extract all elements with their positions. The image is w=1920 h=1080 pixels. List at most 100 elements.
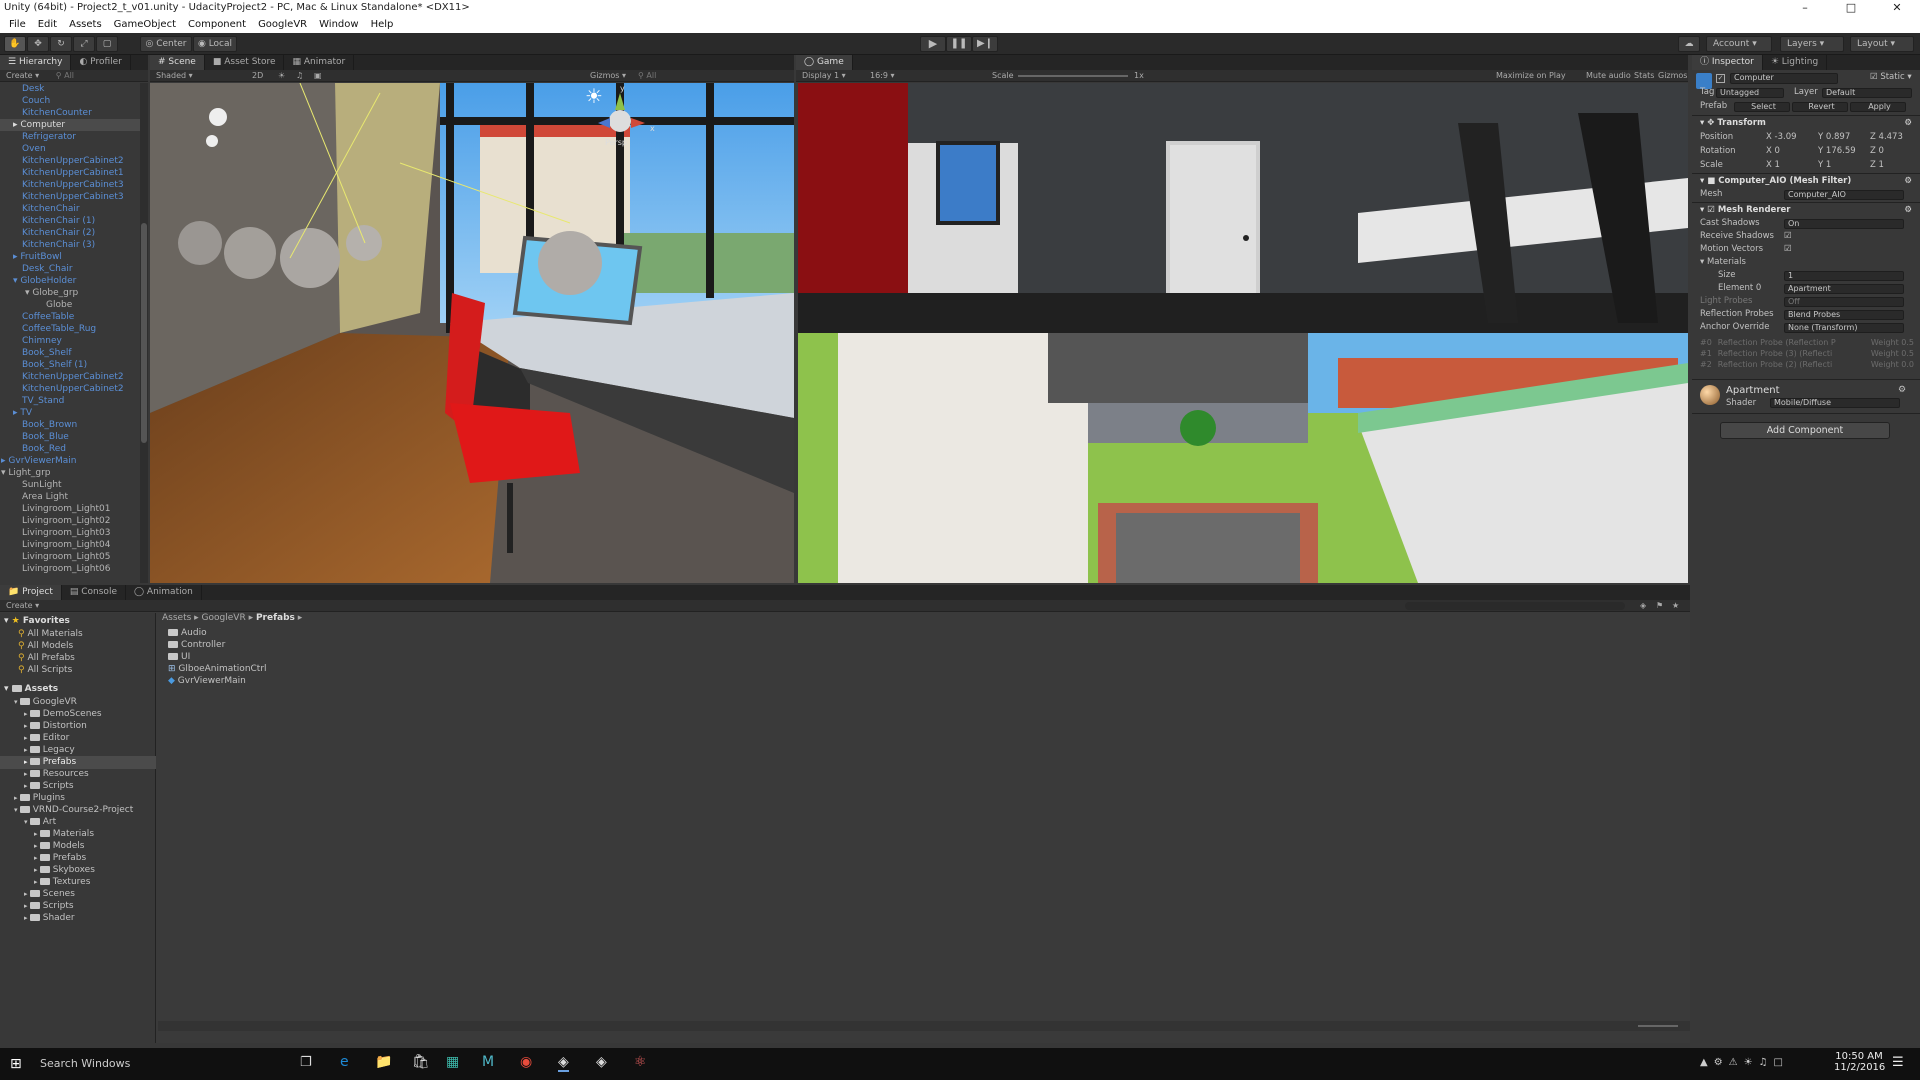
project-search-input[interactable] bbox=[1405, 602, 1625, 610]
rotation-x-field[interactable]: X 0 bbox=[1766, 146, 1780, 157]
menu-component[interactable]: Component bbox=[182, 19, 252, 30]
scale-z-field[interactable]: Z 1 bbox=[1870, 160, 1884, 171]
scale-x-field[interactable]: X 1 bbox=[1766, 160, 1780, 171]
expand-arrow-open-icon[interactable]: ▾ bbox=[24, 818, 30, 826]
system-tray-icons[interactable]: ▲⚙⚠☀♫□ bbox=[1700, 1057, 1789, 1068]
expand-arrow-icon[interactable]: ▸ bbox=[24, 782, 30, 790]
hierarchy-item[interactable]: KitchenCounter bbox=[0, 107, 140, 119]
expand-arrow-icon[interactable]: ▸ bbox=[24, 902, 30, 910]
game-gizmos-dropdown[interactable]: Gizmos bbox=[1658, 70, 1687, 82]
expand-arrow-icon[interactable]: ▸ bbox=[24, 758, 30, 766]
tag-dropdown[interactable]: Untagged bbox=[1716, 88, 1784, 98]
static-toggle[interactable]: ☑ Static ▾ bbox=[1870, 72, 1912, 82]
maya-icon[interactable]: M bbox=[482, 1054, 494, 1070]
prefab-select-button[interactable]: Select bbox=[1734, 102, 1790, 112]
rect-tool-icon[interactable]: ▢ bbox=[96, 36, 118, 52]
hierarchy-item[interactable]: Livingroom_Light03 bbox=[0, 527, 140, 539]
prefab-apply-button[interactable]: Apply bbox=[1850, 102, 1906, 112]
favorite-star-icon[interactable]: ★ bbox=[1672, 600, 1679, 612]
play-button[interactable]: ▶ bbox=[920, 36, 946, 52]
expand-arrow-icon[interactable]: ▸ bbox=[34, 866, 40, 874]
persp-label[interactable]: Persp bbox=[605, 138, 627, 147]
hierarchy-item[interactable]: Oven bbox=[0, 143, 140, 155]
hierarchy-item[interactable]: Chimney bbox=[0, 335, 140, 347]
hierarchy-item[interactable]: Desk_Chair bbox=[0, 263, 140, 275]
hierarchy-item[interactable]: Refrigerator bbox=[0, 131, 140, 143]
breadcrumb-googlevr[interactable]: GoogleVR bbox=[202, 613, 246, 623]
hierarchy-item[interactable]: Book_Red bbox=[0, 443, 140, 455]
hierarchy-item[interactable]: ▾ Globe_grp bbox=[0, 287, 140, 299]
materials-size-field[interactable]: 1 bbox=[1784, 271, 1904, 281]
expand-arrow-icon[interactable]: ▸ bbox=[24, 722, 30, 730]
hierarchy-item[interactable]: ▸ GvrViewerMain bbox=[0, 455, 140, 467]
position-y-field[interactable]: Y 0.897 bbox=[1818, 132, 1850, 143]
hierarchy-item[interactable]: Livingroom_Light02 bbox=[0, 515, 140, 527]
unity-taskbar-icon[interactable]: ◈ bbox=[558, 1054, 569, 1072]
expand-arrow-icon[interactable]: ▸ bbox=[14, 794, 20, 802]
icon-size-slider[interactable] bbox=[1638, 1025, 1678, 1027]
unity-taskbar-icon[interactable]: ◈ bbox=[596, 1054, 607, 1070]
expand-arrow-open-icon[interactable]: ▾ bbox=[14, 806, 20, 814]
add-component-button[interactable]: Add Component bbox=[1720, 422, 1890, 439]
favorite-item[interactable]: ⚲ All Scripts bbox=[18, 664, 72, 677]
hierarchy-item[interactable]: ▾ Light_grp bbox=[0, 467, 140, 479]
hierarchy-item[interactable]: TV_Stand bbox=[0, 395, 140, 407]
scene-light-gizmo-icon[interactable] bbox=[209, 108, 227, 126]
hierarchy-item[interactable]: KitchenUpperCabinet2 bbox=[0, 155, 140, 167]
mesh-renderer-header[interactable]: ▾ ☑ Mesh Renderer ⚙ bbox=[1700, 205, 1914, 216]
pause-button[interactable]: ❚❚ bbox=[946, 36, 972, 52]
menu-window[interactable]: Window bbox=[313, 19, 364, 30]
hierarchy-item[interactable]: KitchenChair (1) bbox=[0, 215, 140, 227]
hierarchy-item[interactable]: KitchenChair (3) bbox=[0, 239, 140, 251]
prefab-revert-button[interactable]: Revert bbox=[1792, 102, 1848, 112]
tab-console[interactable]: ▤ Console bbox=[62, 585, 126, 600]
menu-assets[interactable]: Assets bbox=[63, 19, 108, 30]
maximize-icon[interactable]: □ bbox=[1828, 0, 1874, 16]
component-gear-icon[interactable]: ⚙ bbox=[1904, 176, 1912, 187]
tab-animator[interactable]: ▦ Animator bbox=[284, 55, 355, 70]
scale-y-field[interactable]: Y 1 bbox=[1818, 160, 1831, 171]
light-probes-dropdown[interactable]: Off bbox=[1784, 297, 1904, 307]
hierarchy-scroll-thumb[interactable] bbox=[141, 223, 147, 443]
game-viewport[interactable] bbox=[798, 83, 1688, 583]
favorites-header[interactable]: ▾ ★ Favorites bbox=[4, 615, 70, 628]
mute-audio-toggle[interactable]: Mute audio bbox=[1586, 70, 1631, 82]
rotation-z-field[interactable]: Z 0 bbox=[1870, 146, 1884, 157]
effects-toggle-icon[interactable]: ▣ bbox=[314, 70, 322, 82]
hierarchy-item[interactable]: Book_Brown bbox=[0, 419, 140, 431]
mesh-field[interactable]: Computer_AIO bbox=[1784, 190, 1904, 200]
breadcrumb-assets[interactable]: Assets bbox=[162, 613, 191, 623]
menu-gameobject[interactable]: GameObject bbox=[108, 19, 182, 30]
hierarchy-item[interactable]: Livingroom_Light05 bbox=[0, 551, 140, 563]
hierarchy-item[interactable]: Area Light bbox=[0, 491, 140, 503]
hierarchy-item[interactable]: Livingroom_Light04 bbox=[0, 539, 140, 551]
hierarchy-item[interactable]: KitchenUpperCabinet1 bbox=[0, 167, 140, 179]
position-z-field[interactable]: Z 4.473 bbox=[1870, 132, 1903, 143]
hierarchy-item[interactable]: Desk bbox=[0, 83, 140, 95]
hierarchy-item[interactable]: SunLight bbox=[0, 479, 140, 491]
chrome-icon[interactable]: ◉ bbox=[520, 1054, 532, 1070]
task-view-icon[interactable]: ❐ bbox=[300, 1055, 312, 1070]
tab-scene[interactable]: # Scene bbox=[150, 55, 205, 70]
rotation-y-field[interactable]: Y 176.59 bbox=[1818, 146, 1856, 157]
hierarchy-item[interactable]: Couch bbox=[0, 95, 140, 107]
expand-arrow-icon[interactable]: ▸ bbox=[24, 914, 30, 922]
hierarchy-item[interactable]: KitchenUpperCabinet3 bbox=[0, 179, 140, 191]
breadcrumb-prefabs[interactable]: Prefabs bbox=[256, 613, 295, 623]
layer-dropdown[interactable]: Default bbox=[1822, 88, 1912, 98]
file-explorer-icon[interactable]: 📁 bbox=[375, 1054, 392, 1070]
move-tool-icon[interactable]: ✥ bbox=[27, 36, 49, 52]
tab-profiler[interactable]: ◐ Profiler bbox=[71, 55, 131, 70]
hierarchy-search-input[interactable]: ⚲ All bbox=[56, 71, 74, 80]
tab-asset-store[interactable]: ■ Asset Store bbox=[205, 55, 285, 70]
audio-toggle-icon[interactable]: ♫ bbox=[296, 70, 303, 82]
active-checkbox[interactable]: ✓ bbox=[1716, 74, 1725, 83]
pivot-center-button[interactable]: ◎ Center bbox=[140, 36, 192, 52]
sun-light-icon[interactable]: ☀ bbox=[585, 84, 603, 108]
tab-lighting[interactable]: ☀ Lighting bbox=[1763, 55, 1828, 70]
asset-tree-item[interactable]: ▸ Shader bbox=[0, 912, 156, 925]
scale-tool-icon[interactable]: ⤢ bbox=[73, 36, 95, 52]
hierarchy-item[interactable]: ▾ GlobeHolder bbox=[0, 275, 140, 287]
rotate-tool-icon[interactable]: ↻ bbox=[50, 36, 72, 52]
project-create-button[interactable]: Create ▾ bbox=[6, 601, 39, 610]
